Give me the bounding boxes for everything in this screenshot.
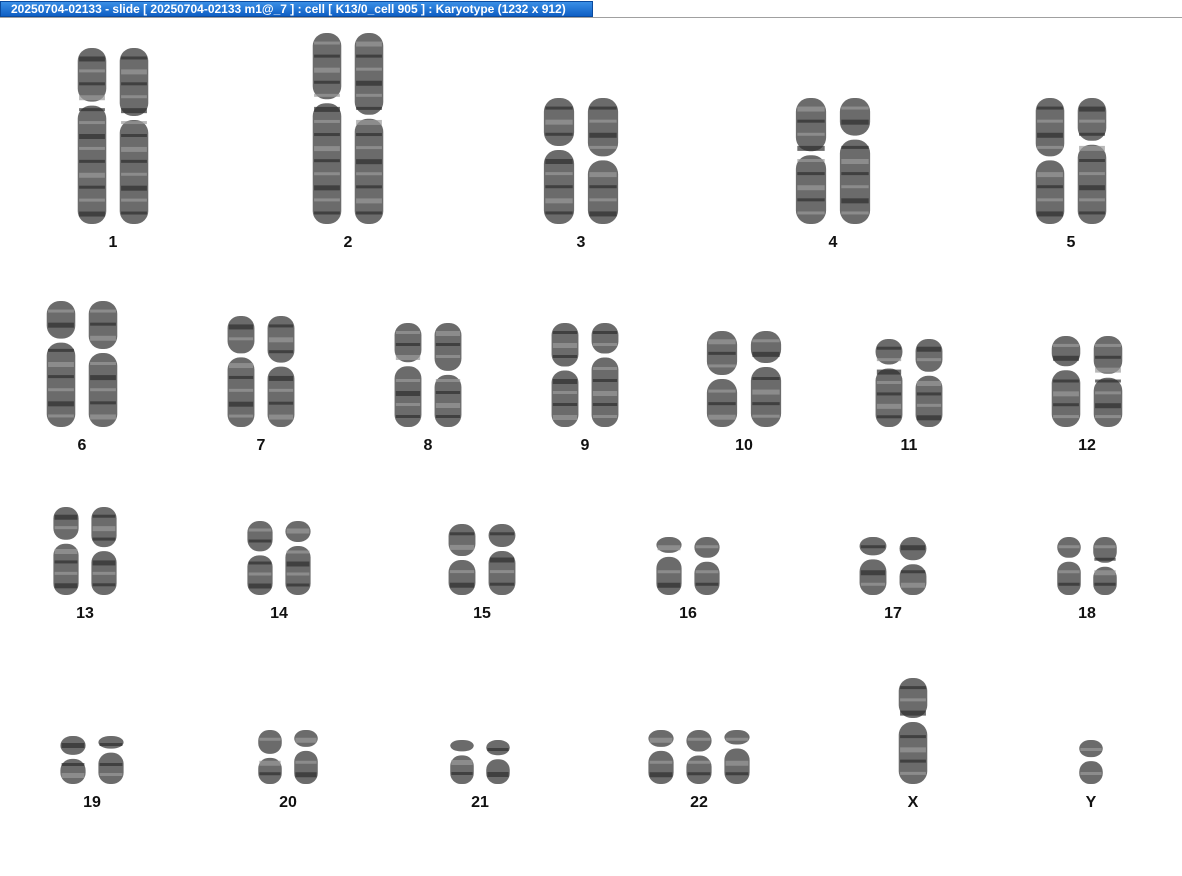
- chromosome-1-copy-2[interactable]: [117, 46, 151, 226]
- chromosome-label-22: 22: [690, 794, 708, 811]
- chromosome-7-copy-1[interactable]: [225, 314, 257, 429]
- chromosome-label-y: Y: [1085, 794, 1097, 811]
- chromosome-21-copy-2[interactable]: [484, 738, 512, 786]
- chromosome-11-copy-2[interactable]: [913, 337, 945, 429]
- chromosome-13-copy-1[interactable]: [51, 505, 81, 597]
- chromosome-label-1: 1: [108, 234, 118, 251]
- chromosome-label-13: 13: [76, 605, 94, 622]
- window-title[interactable]: 20250704-02133 - slide [ 20250704-02133 …: [0, 1, 593, 17]
- chromosome-label-19: 19: [83, 794, 101, 811]
- chromosome-label-21: 21: [471, 794, 489, 811]
- chromosome-18-copy-1[interactable]: [1055, 535, 1083, 597]
- chromosome-3-copy-2[interactable]: [585, 96, 621, 226]
- chromosome-19-copy-1[interactable]: [58, 734, 88, 786]
- chromosome-4-copy-2[interactable]: [837, 96, 873, 226]
- chromosome-21-copy-1[interactable]: [448, 738, 476, 786]
- chromosome-19-copy-2[interactable]: [96, 734, 126, 786]
- chromosome-label-7: 7: [256, 437, 266, 454]
- chromosome-15-copy-2[interactable]: [486, 522, 518, 597]
- chromosome-label-18: 18: [1078, 605, 1096, 622]
- chromosome-8-copy-1[interactable]: [392, 321, 424, 429]
- chromosome-9-copy-2[interactable]: [589, 321, 621, 429]
- chromosome-6-copy-1[interactable]: [44, 299, 78, 429]
- chromosome-y-copy-1[interactable]: [1077, 738, 1105, 786]
- chromosome-label-20: 20: [279, 794, 297, 811]
- chromosome-12-copy-1[interactable]: [1049, 334, 1083, 429]
- chromosome-11-copy-1[interactable]: [873, 337, 905, 429]
- chromosome-label-10: 10: [735, 437, 753, 454]
- chromosome-label-14: 14: [270, 605, 288, 622]
- chromosome-17-copy-1[interactable]: [857, 535, 889, 597]
- chromosome-8-copy-2[interactable]: [432, 321, 464, 429]
- chromosome-16-copy-1[interactable]: [654, 535, 684, 597]
- chromosome-22-copy-3[interactable]: [722, 728, 752, 786]
- chromosome-x-copy-1[interactable]: [896, 676, 930, 786]
- chromosome-5-copy-2[interactable]: [1075, 96, 1109, 226]
- chromosome-22-copy-1[interactable]: [646, 728, 676, 786]
- title-bar: 20250704-02133 - slide [ 20250704-02133 …: [0, 0, 1182, 18]
- chromosome-label-5: 5: [1066, 234, 1076, 251]
- chromosome-label-17: 17: [884, 605, 902, 622]
- chromosome-13-copy-2[interactable]: [89, 505, 119, 597]
- karyogram: 1 2 3 4 5 6 7 8 9 10 11 12 13 14 15 16 17 18 19 20 21 22 X Y: [0, 18, 1182, 876]
- chromosome-5-copy-1[interactable]: [1033, 96, 1067, 226]
- chromosome-label-x: X: [907, 794, 919, 811]
- chromosome-18-copy-2[interactable]: [1091, 535, 1119, 597]
- chromosome-label-3: 3: [576, 234, 586, 251]
- chromosome-2-copy-1[interactable]: [310, 31, 344, 226]
- chromosome-1-copy-1[interactable]: [75, 46, 109, 226]
- chromosome-17-copy-2[interactable]: [897, 535, 929, 597]
- chromosome-label-9: 9: [580, 437, 590, 454]
- chromosome-20-copy-1[interactable]: [256, 728, 284, 786]
- chromosome-7-copy-2[interactable]: [265, 314, 297, 429]
- chromosome-label-6: 6: [77, 437, 87, 454]
- chromosome-label-15: 15: [473, 605, 491, 622]
- chromosome-6-copy-2[interactable]: [86, 299, 120, 429]
- chromosome-3-copy-1[interactable]: [541, 96, 577, 226]
- chromosome-14-copy-1[interactable]: [245, 519, 275, 597]
- chromosome-label-12: 12: [1078, 437, 1096, 454]
- chromosome-label-16: 16: [679, 605, 697, 622]
- chromosome-label-2: 2: [343, 234, 353, 251]
- chromosome-16-copy-2[interactable]: [692, 535, 722, 597]
- chromosome-label-11: 11: [900, 437, 918, 454]
- chromosome-20-copy-2[interactable]: [292, 728, 320, 786]
- chromosome-10-copy-2[interactable]: [748, 329, 784, 429]
- chromosome-12-copy-2[interactable]: [1091, 334, 1125, 429]
- chromosome-14-copy-2[interactable]: [283, 519, 313, 597]
- chromosome-15-copy-1[interactable]: [446, 522, 478, 597]
- chromosome-2-copy-2[interactable]: [352, 31, 386, 226]
- chromosome-label-8: 8: [423, 437, 433, 454]
- chromosome-10-copy-1[interactable]: [704, 329, 740, 429]
- chromosome-22-copy-2[interactable]: [684, 728, 714, 786]
- chromosome-4-copy-1[interactable]: [793, 96, 829, 226]
- chromosome-9-copy-1[interactable]: [549, 321, 581, 429]
- chromosome-label-4: 4: [828, 234, 838, 251]
